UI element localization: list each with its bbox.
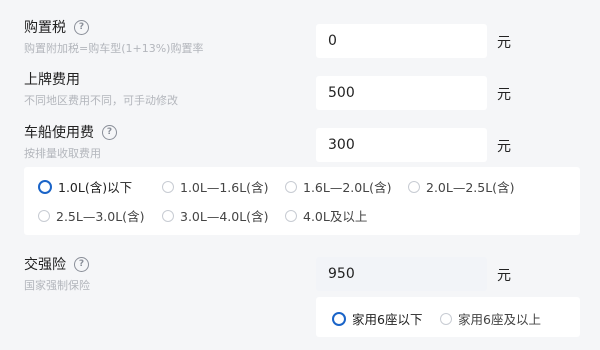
radio-icon[interactable] xyxy=(38,209,50,222)
help-icon[interactable]: ? xyxy=(102,124,117,140)
displacement-option[interactable]: 2.0L—2.5L(含) xyxy=(408,177,514,196)
seat-options-panel: 家用6座以下 家用6座及以上 xyxy=(316,297,580,337)
insurance-label: 交强险 ? xyxy=(24,254,89,274)
radio-icon[interactable] xyxy=(285,180,297,193)
vessel-tax-label: 车船使用费 ? xyxy=(24,122,117,142)
plate-fee-unit: 元 xyxy=(497,87,511,103)
purchase-tax-unit: 元 xyxy=(497,35,511,51)
vessel-tax-input[interactable] xyxy=(316,128,487,162)
radio-icon[interactable] xyxy=(162,209,174,222)
displacement-option[interactable]: 1.6L—2.0L(含) xyxy=(285,177,391,196)
displacement-option[interactable]: 2.5L—3.0L(含) xyxy=(38,206,144,225)
displacement-option[interactable]: 1.0L—1.6L(含) xyxy=(162,177,268,196)
insurance-input xyxy=(316,257,487,291)
vessel-tax-unit: 元 xyxy=(497,139,511,155)
displacement-options-panel: 1.0L(含)以下 1.0L—1.6L(含) 1.6L—2.0L(含) 2.0L… xyxy=(24,167,580,235)
plate-fee-input[interactable] xyxy=(316,76,487,110)
insurance-unit: 元 xyxy=(497,268,511,284)
plate-fee-desc: 不同地区费用不同，可手动修改 xyxy=(24,94,178,107)
radio-icon[interactable] xyxy=(162,180,174,193)
displacement-option[interactable]: 1.0L(含)以下 xyxy=(38,177,132,196)
radio-icon[interactable] xyxy=(285,209,297,222)
radio-selected-icon[interactable] xyxy=(332,311,346,326)
seat-option[interactable]: 家用6座以下 xyxy=(332,309,422,328)
radio-icon[interactable] xyxy=(408,180,420,193)
seat-option[interactable]: 家用6座及以上 xyxy=(440,309,541,328)
help-icon[interactable]: ? xyxy=(74,19,89,35)
insurance-desc: 国家强制保险 xyxy=(24,279,90,292)
radio-icon[interactable] xyxy=(440,312,452,325)
displacement-option[interactable]: 4.0L及以上 xyxy=(285,206,367,225)
help-icon[interactable]: ? xyxy=(74,256,89,272)
vessel-tax-desc: 按排量收取费用 xyxy=(24,147,101,160)
purchase-tax-input[interactable] xyxy=(316,24,487,58)
purchase-tax-desc: 购置附加税=购车型(1+13%)购置率 xyxy=(24,42,204,55)
displacement-option[interactable]: 3.0L—4.0L(含) xyxy=(162,206,268,225)
plate-fee-label: 上牌费用 xyxy=(24,72,80,88)
radio-selected-icon[interactable] xyxy=(38,179,52,194)
purchase-tax-label: 购置税 ? xyxy=(24,17,89,37)
